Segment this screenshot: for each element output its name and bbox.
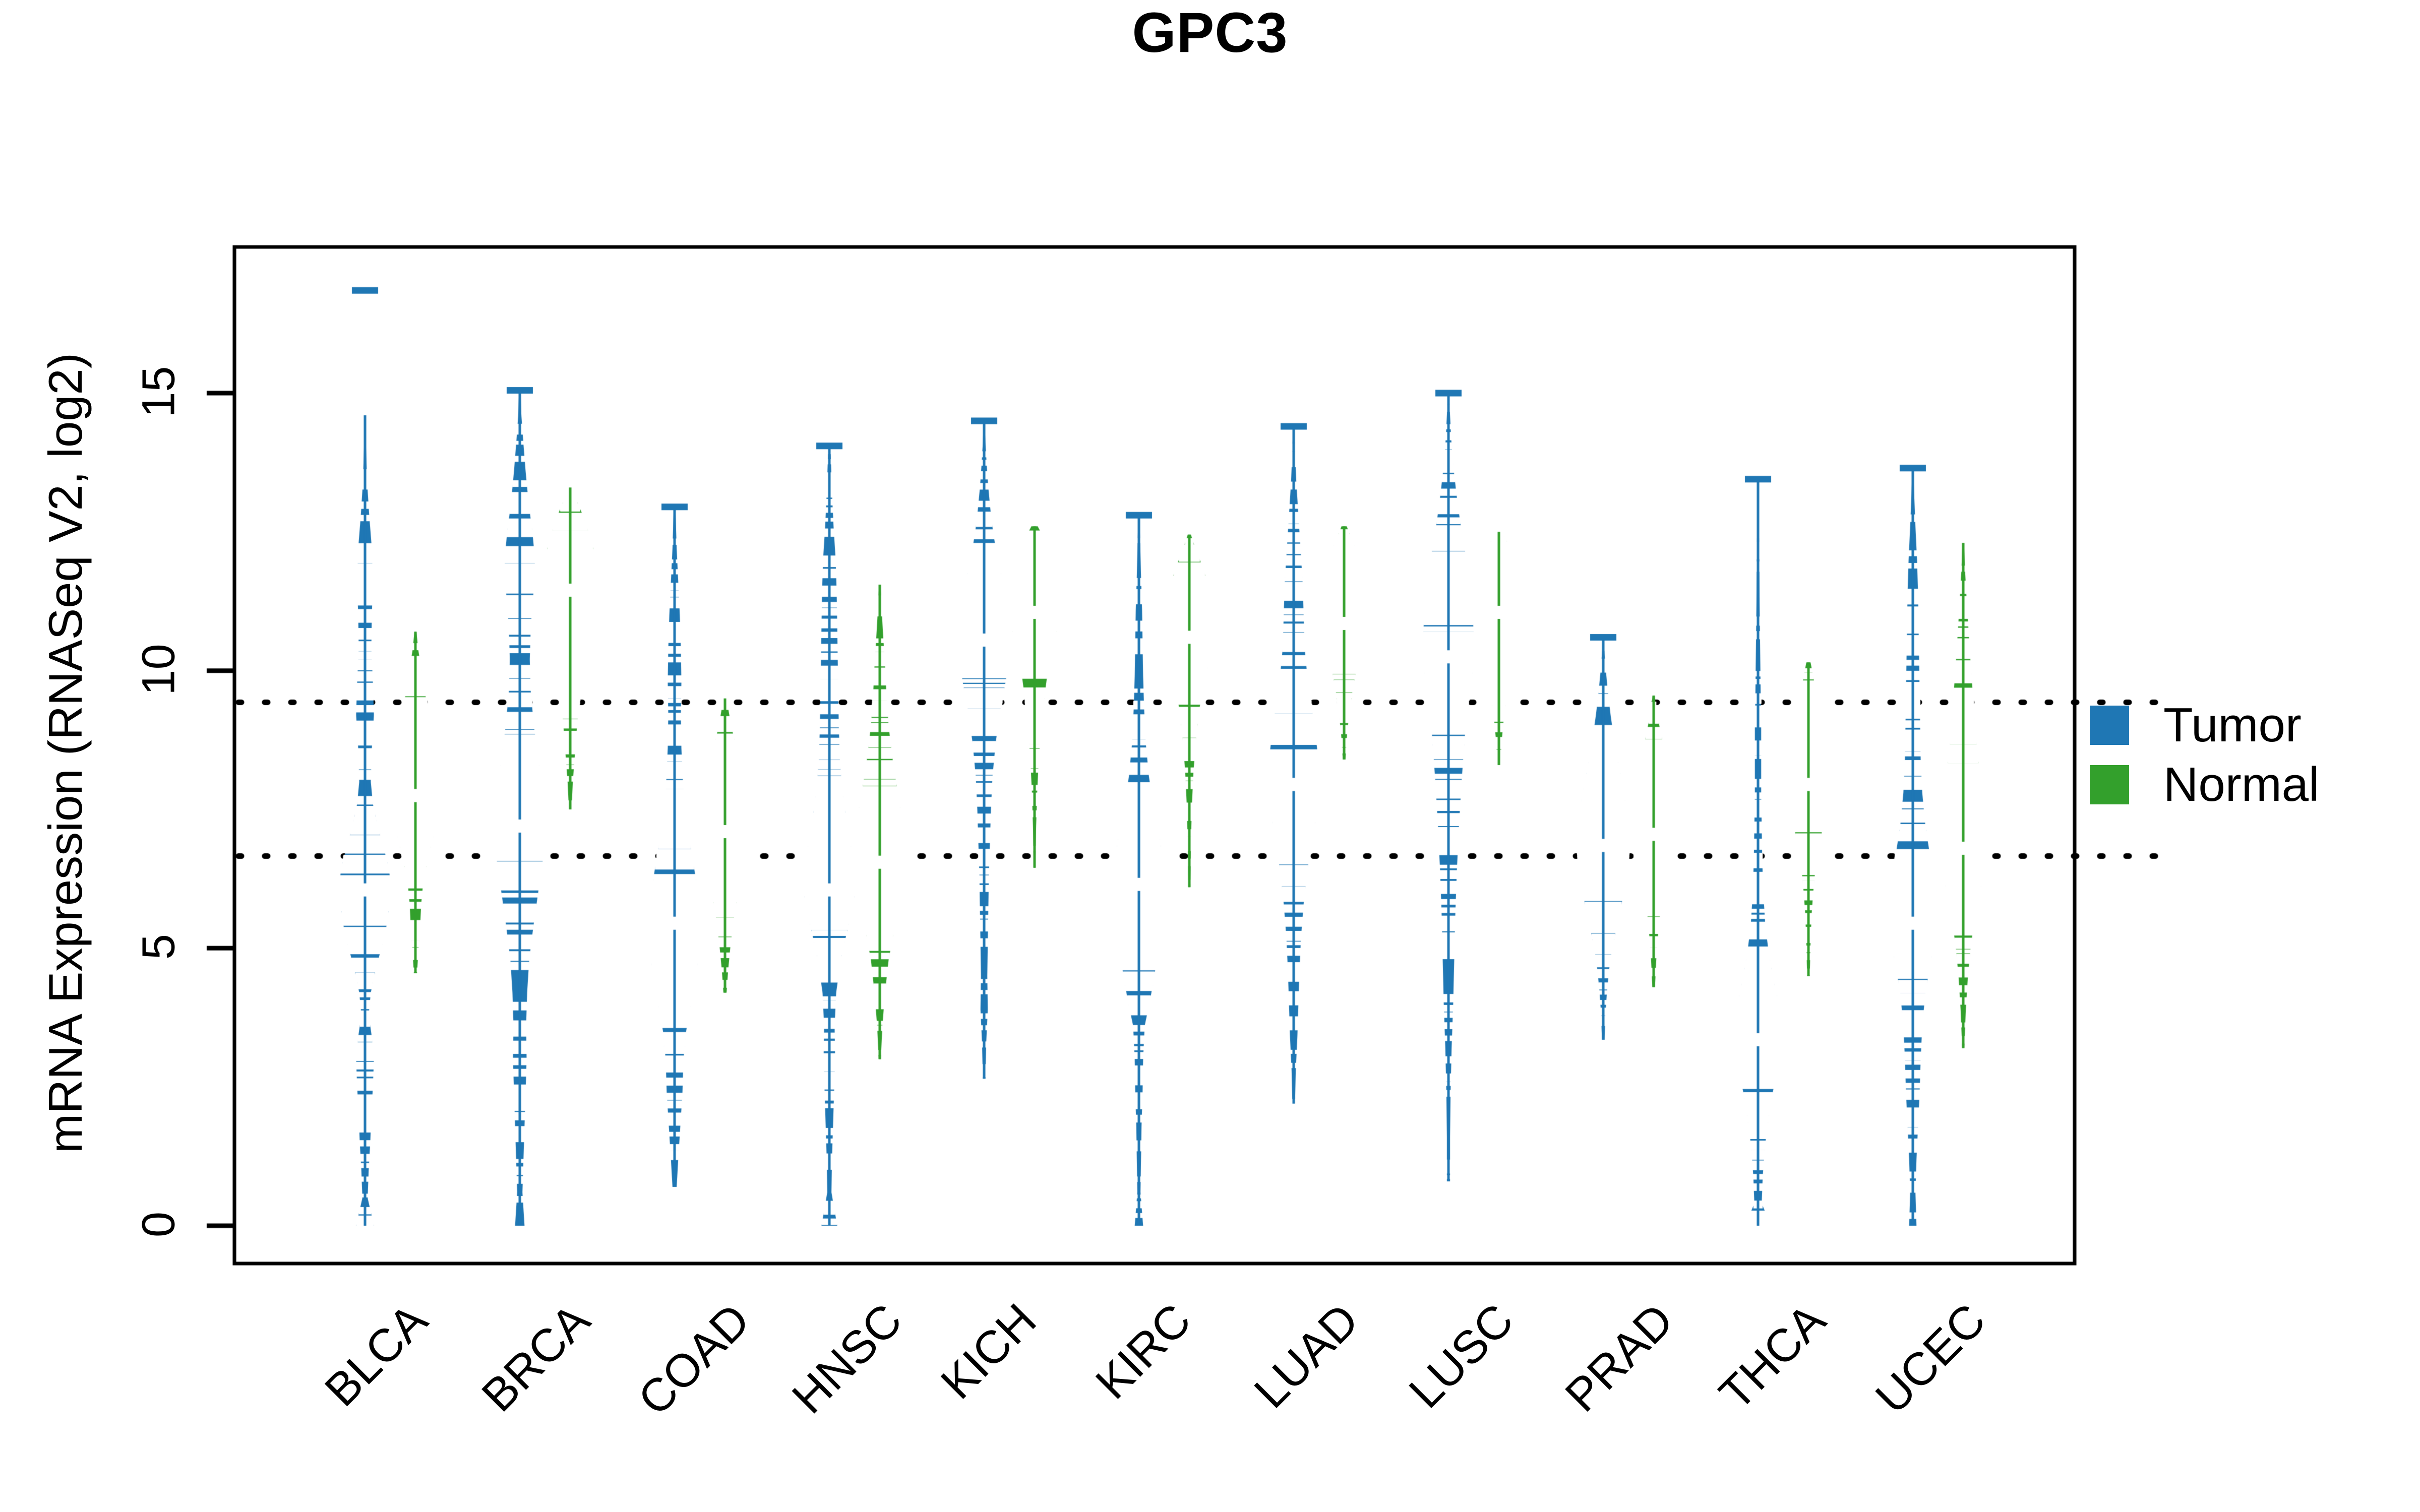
legend: Tumor Normal [2090,696,2319,814]
y-tick-label-0: 0 [133,1211,185,1238]
y-tick-label-15: 15 [133,366,185,418]
page-title: GPC3 [1132,1,1288,64]
legend-label: Normal [2163,758,2320,811]
legend-item-tumor[interactable]: Tumor [2090,696,2319,755]
figure-root: GPC3 mRNA Expression (RNASeq V2, log2) 0… [0,0,2420,1512]
legend-item-normal[interactable]: Normal [2090,755,2319,814]
legend-swatch-normal-icon [2090,765,2129,804]
y-tick-label-10: 10 [133,643,185,696]
legend-label: Tumor [2163,698,2302,752]
y-axis-title: mRNA Expression (RNASeq V2, log2) [39,352,92,1154]
legend-swatch-tumor-icon [2090,706,2129,745]
beanplot-canvas [0,0,2420,1512]
y-tick-label-5: 5 [133,934,185,960]
